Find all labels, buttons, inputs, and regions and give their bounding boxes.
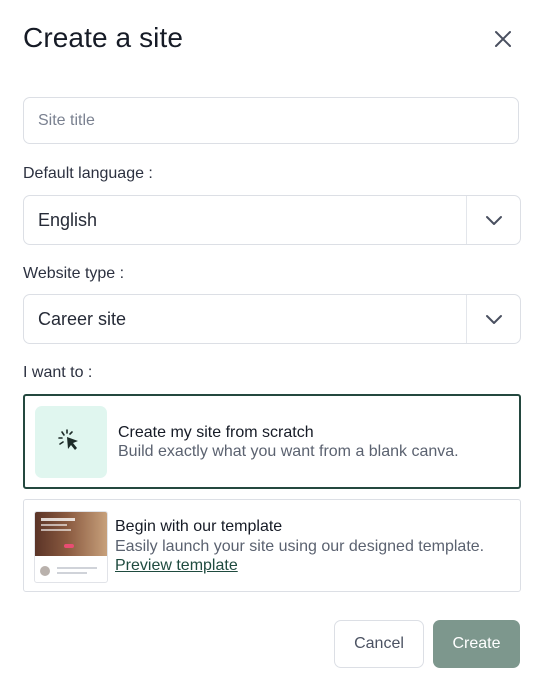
language-select[interactable]: English <box>23 195 521 245</box>
option-title: Begin with our template <box>115 518 283 535</box>
template-thumbnail <box>34 511 108 583</box>
create-site-dialog: Create a site Default language : English… <box>0 0 546 693</box>
cancel-button[interactable]: Cancel <box>334 620 424 668</box>
option-title: Create my site from scratch <box>118 424 314 441</box>
select-divider <box>466 295 467 343</box>
site-title-input[interactable] <box>23 97 519 144</box>
website-type-value: Career site <box>38 309 127 329</box>
option-description: Easily launch your site using our design… <box>115 538 485 555</box>
close-icon[interactable] <box>490 26 516 52</box>
cursor-click-icon <box>58 429 78 450</box>
chevron-down-icon <box>486 315 502 324</box>
language-value: English <box>38 210 98 230</box>
preview-template-link[interactable]: Preview template <box>115 557 238 575</box>
website-type-label: Website type : <box>23 265 125 282</box>
chevron-down-icon <box>486 216 502 225</box>
select-divider <box>466 196 467 244</box>
create-button[interactable]: Create <box>433 620 520 668</box>
option-description: Build exactly what you want from a blank… <box>118 443 459 460</box>
dialog-title: Create a site <box>23 22 184 53</box>
option-from-scratch[interactable]: Create my site from scratch Build exactl… <box>23 394 521 489</box>
option-template[interactable]: Begin with our template Easily launch yo… <box>23 499 521 592</box>
scratch-tile <box>35 406 107 478</box>
intent-label: I want to : <box>23 364 93 381</box>
default-language-label: Default language : <box>23 165 153 182</box>
website-type-select[interactable]: Career site <box>23 294 521 344</box>
